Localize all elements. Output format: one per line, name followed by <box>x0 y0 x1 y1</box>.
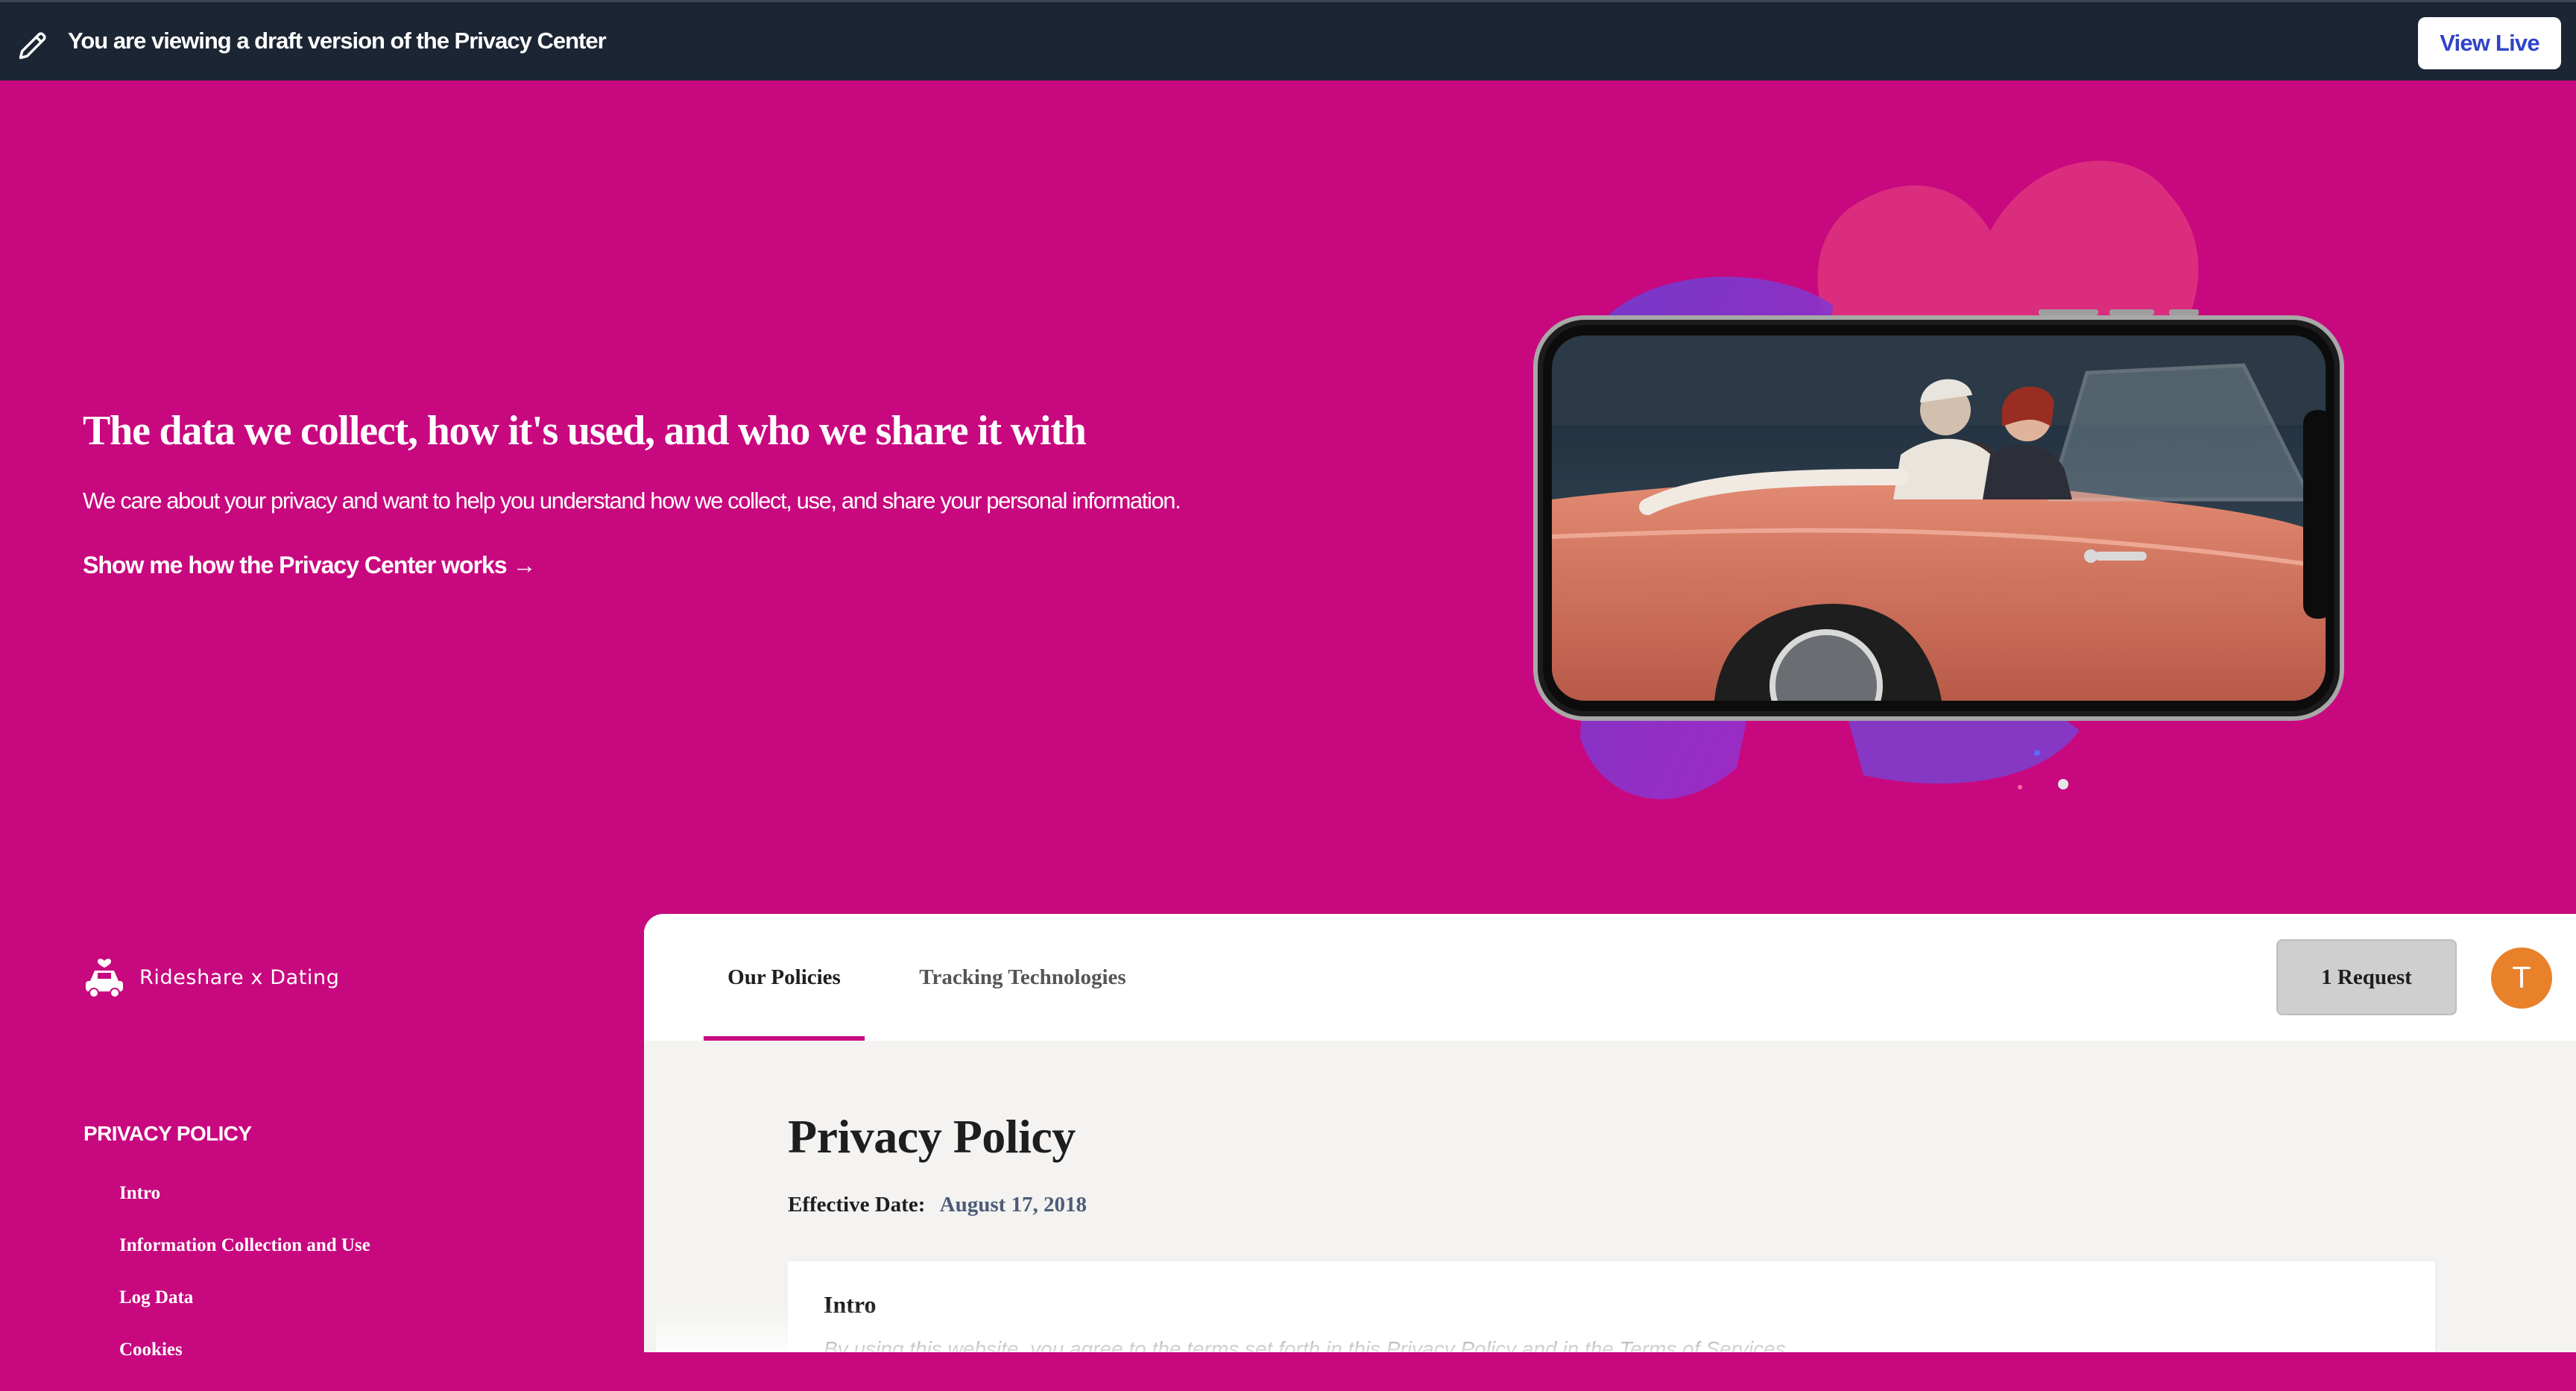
avatar[interactable]: T <box>2491 947 2552 1009</box>
toc-item-information-collection[interactable]: Information Collection and Use <box>119 1234 370 1287</box>
toc-heading[interactable]: PRIVACY POLICY <box>83 1122 252 1146</box>
dot <box>2034 750 2040 756</box>
car-logo-icon <box>86 959 123 998</box>
dot <box>2018 785 2022 789</box>
dot <box>2058 779 2068 789</box>
page-title: Privacy Policy <box>788 1110 1076 1163</box>
brand[interactable]: Rideshare x Dating <box>81 954 339 1000</box>
tab-tracking-technologies[interactable]: Tracking Technologies <box>903 914 1142 1041</box>
toc-item-intro[interactable]: Intro <box>119 1182 370 1234</box>
privacy-center-tour-link[interactable]: Show me how the Privacy Center works → <box>83 552 537 579</box>
draft-banner: You are viewing a draft version of the P… <box>0 0 2576 81</box>
section-title: Intro <box>824 1291 877 1318</box>
tab-bar: Our Policies Tracking Technologies 1 Req… <box>644 914 2576 1041</box>
toc-item-log-data[interactable]: Log Data <box>119 1287 370 1339</box>
car-photo <box>1552 335 2326 701</box>
policy-section-card: Intro By using this website, you agree t… <box>788 1261 2435 1352</box>
effective-date-value: August 17, 2018 <box>939 1193 1087 1217</box>
draft-banner-text: You are viewing a draft version of the P… <box>68 28 607 54</box>
effective-date-row: Effective Date: August 17, 2018 <box>788 1193 1087 1217</box>
toc-list: Intro Information Collection and Use Log… <box>119 1182 370 1391</box>
main-content: Our Policies Tracking Technologies 1 Req… <box>644 914 2576 1352</box>
hero-title: The data we collect, how it's used, and … <box>83 408 1087 454</box>
request-button[interactable]: 1 Request <box>2276 939 2457 1015</box>
phone-notch <box>2303 410 2333 619</box>
section-body: By using this website, you agree to the … <box>824 1337 1792 1352</box>
phone-car-illustration <box>1533 160 2344 800</box>
toc-item-cookies[interactable]: Cookies <box>119 1339 370 1391</box>
pencil-icon <box>19 32 46 60</box>
hero-description: We care about your privacy and want to h… <box>83 488 1181 514</box>
view-live-button[interactable]: View Live <box>2418 17 2561 69</box>
tab-our-policies[interactable]: Our Policies <box>704 914 865 1041</box>
effective-date-label: Effective Date: <box>788 1193 926 1217</box>
brand-name: Rideshare x Dating <box>139 965 340 989</box>
